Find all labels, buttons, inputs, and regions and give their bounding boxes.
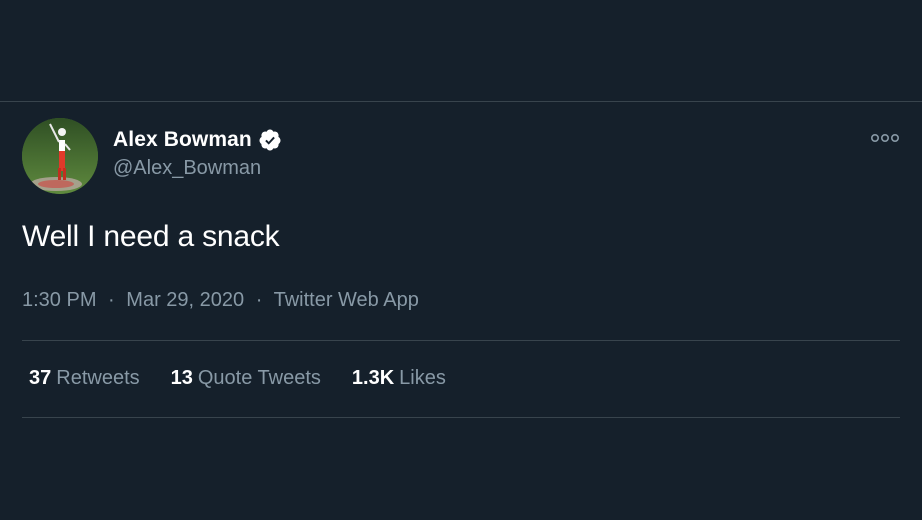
- tweet: Alex Bowman @Alex_Bowman Well I need a s…: [22, 118, 900, 418]
- tweet-stats: 37 Retweets 13 Quote Tweets 1.3K Likes: [29, 367, 477, 390]
- tweet-time[interactable]: 1:30 PM: [22, 289, 96, 311]
- quote-tweets-label: Quote Tweets: [197, 367, 321, 389]
- likes-label: Likes: [399, 367, 446, 389]
- display-name-row: Alex Bowman: [113, 126, 282, 154]
- quote-tweets-count: 13: [170, 367, 193, 389]
- tweet-page: Alex Bowman @Alex_Bowman Well I need a s…: [0, 0, 922, 520]
- likes-stat[interactable]: 1.3K Likes: [352, 367, 446, 390]
- avatar-photo-icon: [22, 118, 98, 194]
- quote-tweets-stat[interactable]: 13 Quote Tweets: [171, 367, 321, 390]
- retweets-count: 37: [29, 367, 52, 389]
- meta-separator: ·: [108, 289, 115, 311]
- likes-count: 1.3K: [351, 367, 395, 389]
- retweets-stat[interactable]: 37 Retweets: [29, 367, 140, 390]
- stats-divider-bottom: [22, 417, 900, 418]
- tweet-text: Well I need a snack: [22, 220, 280, 253]
- handle[interactable]: @Alex_Bowman: [113, 157, 282, 180]
- tweet-source[interactable]: Twitter Web App: [274, 289, 419, 311]
- meta-separator: ·: [255, 289, 263, 311]
- more-options-icon[interactable]: [870, 130, 900, 146]
- display-name[interactable]: Alex Bowman: [113, 128, 252, 152]
- verified-badge-icon: [258, 128, 282, 152]
- retweets-label: Retweets: [56, 367, 140, 389]
- tweet-header: Alex Bowman @Alex_Bowman: [22, 118, 900, 194]
- avatar[interactable]: [22, 118, 98, 194]
- stats-divider-top: [22, 340, 900, 341]
- tweet-date[interactable]: Mar 29, 2020: [126, 289, 244, 311]
- author-names: Alex Bowman @Alex_Bowman: [113, 126, 282, 180]
- top-divider: [0, 101, 922, 102]
- tweet-meta: 1:30 PM · Mar 29, 2020 · Twitter Web App: [22, 289, 419, 312]
